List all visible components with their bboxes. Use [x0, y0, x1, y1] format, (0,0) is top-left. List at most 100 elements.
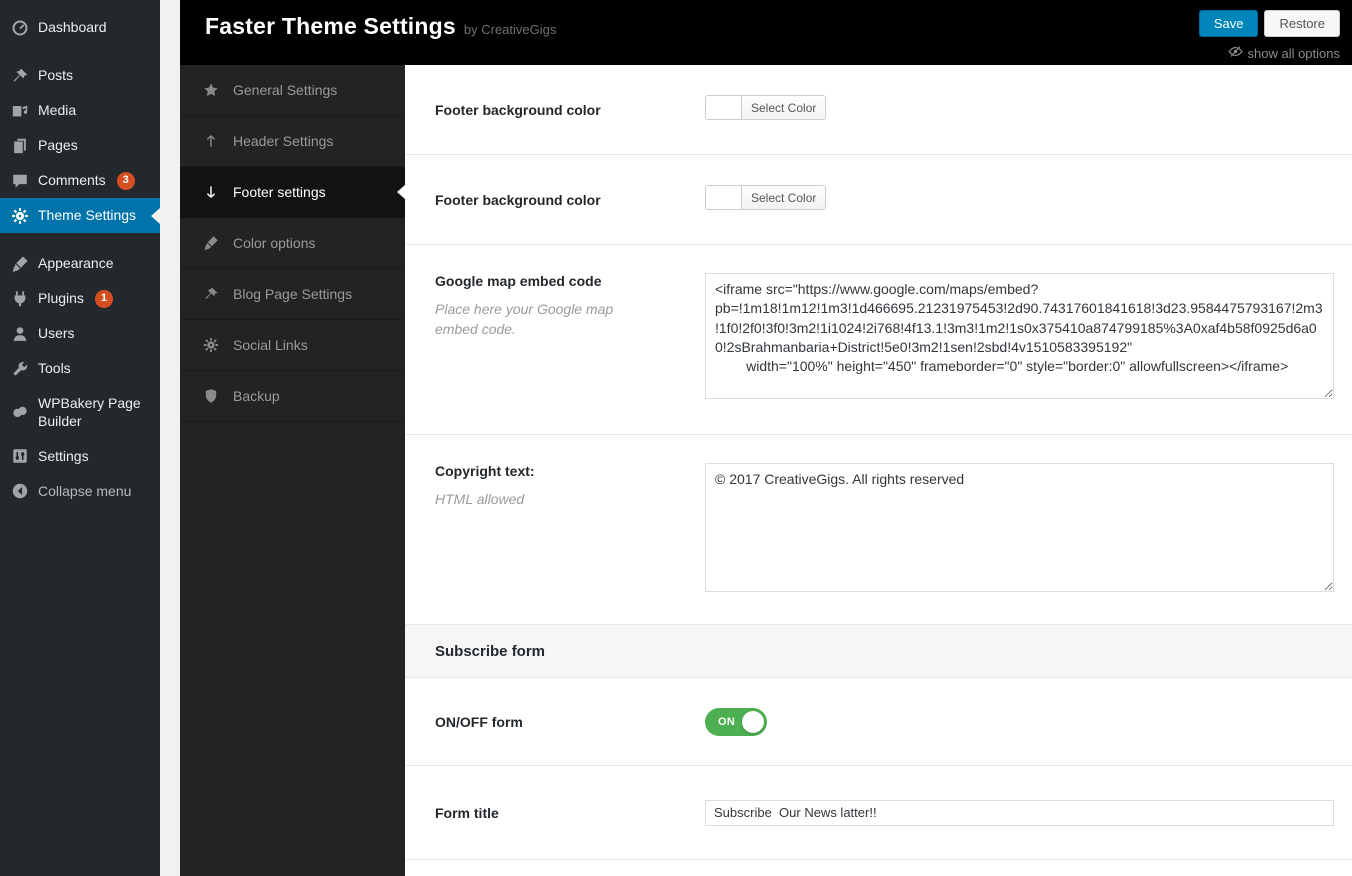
tab-label: Blog Page Settings	[233, 286, 352, 302]
tab-color-options[interactable]: Color options	[180, 218, 405, 269]
count-badge: 1	[95, 290, 113, 308]
onoff-toggle[interactable]: ON	[705, 708, 767, 736]
form-title-input[interactable]	[705, 800, 1334, 826]
gear-icon	[202, 337, 219, 354]
count-badge: 3	[117, 172, 135, 190]
sidebar-item-label: Comments	[38, 171, 106, 189]
restore-button[interactable]: Restore	[1264, 10, 1340, 37]
onoff-form-row: ON/OFF form ON	[405, 678, 1352, 766]
sidebar-item-comments[interactable]: Comments 3	[0, 163, 160, 198]
theme-settings-tabs: General Settings Header Settings Footer se…	[180, 65, 405, 876]
toggle-state-label: ON	[718, 716, 735, 728]
field-hint: Place here your Google map embed code.	[435, 300, 650, 339]
sidebar-item-plugins[interactable]: Plugins1	[0, 281, 160, 316]
sidebar-item-label: Dashboard	[38, 18, 107, 36]
sidebar-item-label: Theme Settings	[38, 206, 136, 224]
arrow-down-icon	[202, 184, 219, 201]
pushpin-icon	[202, 286, 219, 303]
user-icon	[10, 324, 29, 343]
tab-blog-page-settings[interactable]: Blog Page Settings	[180, 269, 405, 320]
star-icon	[202, 82, 219, 99]
color-swatch	[706, 96, 742, 119]
tab-footer-settings[interactable]: Footer settings	[180, 167, 405, 218]
section-title: Subscribe form	[435, 643, 545, 660]
field-label: Copyright text:	[435, 463, 705, 479]
admin-background-strip	[160, 0, 180, 876]
header-actions: Save Restore show all options	[1199, 0, 1340, 65]
settings-content: Footer background color Select Color Foo…	[405, 65, 1352, 876]
tab-backup[interactable]: Backup	[180, 371, 405, 422]
tab-label: Footer settings	[233, 184, 326, 200]
field-label: Footer background color	[435, 192, 705, 208]
sidebar-item-tools[interactable]: Tools	[0, 351, 160, 386]
eye-slash-icon	[1228, 44, 1243, 62]
wpbakery-icon	[10, 403, 29, 422]
wp-admin-sidebar: Dashboard Posts Media Pages Comments 3 Theme S…	[0, 0, 160, 876]
gauge-icon	[10, 18, 29, 37]
show-all-options-link[interactable]: show all options	[1228, 44, 1341, 62]
sidebar-item-dashboard[interactable]: Dashboard	[0, 10, 160, 45]
copyright-textarea[interactable]: © 2017 CreativeGigs. All rights reserved	[705, 463, 1334, 592]
sidebar-item-label: Settings	[38, 447, 89, 465]
shield-icon	[202, 388, 219, 405]
footer-background-color-row-2: Footer background color Select Color	[405, 155, 1352, 245]
gear-icon	[10, 206, 29, 225]
sidebar-item-label: Collapse menu	[38, 482, 131, 500]
comment-icon	[10, 171, 29, 190]
sidebar-item-label: Users	[38, 324, 75, 342]
google-map-embed-row: Google map embed code Place here your Go…	[405, 245, 1352, 435]
sidebar-item-appearance[interactable]: Appearance	[0, 246, 160, 281]
tab-label: Header Settings	[233, 133, 333, 149]
form-title-row: Form title	[405, 766, 1352, 860]
sidebar-item-label: Posts	[38, 66, 73, 84]
plug-icon	[10, 289, 29, 308]
brush-icon	[10, 254, 29, 273]
sidebar-item-pages[interactable]: Pages	[0, 128, 160, 163]
field-label: Google map embed code	[435, 273, 705, 289]
toggle-knob	[742, 711, 764, 733]
field-hint: HTML allowed	[435, 490, 650, 510]
select-color-label: Select Color	[742, 186, 825, 209]
color-swatch	[706, 186, 742, 209]
subscribe-form-section-header: Subscribe form	[405, 625, 1352, 678]
brush-icon	[202, 235, 219, 252]
page-byline: by CreativeGigs	[464, 22, 556, 37]
sidebar-item-label: Pages	[38, 136, 78, 154]
sidebar-item-settings[interactable]: Settings	[0, 438, 160, 473]
google-map-embed-textarea[interactable]: <iframe src="https://www.google.com/maps…	[705, 273, 1334, 399]
arrow-up-icon	[202, 133, 219, 150]
tab-social-links[interactable]: Social Links	[180, 320, 405, 371]
sidebar-item-label: Media	[38, 101, 76, 119]
copyright-text-row: Copyright text: HTML allowed © 2017 Crea…	[405, 435, 1352, 625]
sliders-icon	[10, 446, 29, 465]
select-color-label: Select Color	[742, 96, 825, 119]
save-button[interactable]: Save	[1199, 10, 1259, 37]
tab-general-settings[interactable]: General Settings	[180, 65, 405, 116]
select-color-button[interactable]: Select Color	[705, 95, 826, 120]
field-label: ON/OFF form	[435, 714, 705, 730]
field-label: Footer background color	[435, 102, 705, 118]
select-color-button[interactable]: Select Color	[705, 185, 826, 210]
pushpin-icon	[10, 66, 29, 85]
tab-label: Backup	[233, 388, 280, 404]
tab-label: Color options	[233, 235, 316, 251]
tab-header-settings[interactable]: Header Settings	[180, 116, 405, 167]
theme-settings-panel: Faster Theme Settings by CreativeGigs Sa…	[180, 0, 1352, 876]
page-title: Faster Theme Settings	[205, 13, 456, 40]
collapse-icon	[10, 481, 29, 500]
sidebar-item-media[interactable]: Media	[0, 93, 160, 128]
sidebar-item-theme-settings[interactable]: Theme Settings	[0, 198, 160, 233]
tab-label: General Settings	[233, 82, 337, 98]
sidebar-item-users[interactable]: Users	[0, 316, 160, 351]
theme-settings-header: Faster Theme Settings by CreativeGigs Sa…	[180, 0, 1352, 65]
sidebar-item-label: WPBakery Page Builder	[38, 394, 154, 430]
sidebar-item-wpbakery-page-builder[interactable]: WPBakery Page Builder	[0, 386, 160, 438]
show-all-options-label: show all options	[1248, 46, 1341, 61]
footer-background-color-row-1: Footer background color Select Color	[405, 65, 1352, 155]
sidebar-item-collapse-menu[interactable]: Collapse menu	[0, 473, 160, 508]
media-icon	[10, 101, 29, 120]
sidebar-item-label: Tools	[38, 359, 71, 377]
sidebar-item-label: Appearance	[38, 254, 114, 272]
sidebar-item-posts[interactable]: Posts	[0, 58, 160, 93]
tab-label: Social Links	[233, 337, 308, 353]
